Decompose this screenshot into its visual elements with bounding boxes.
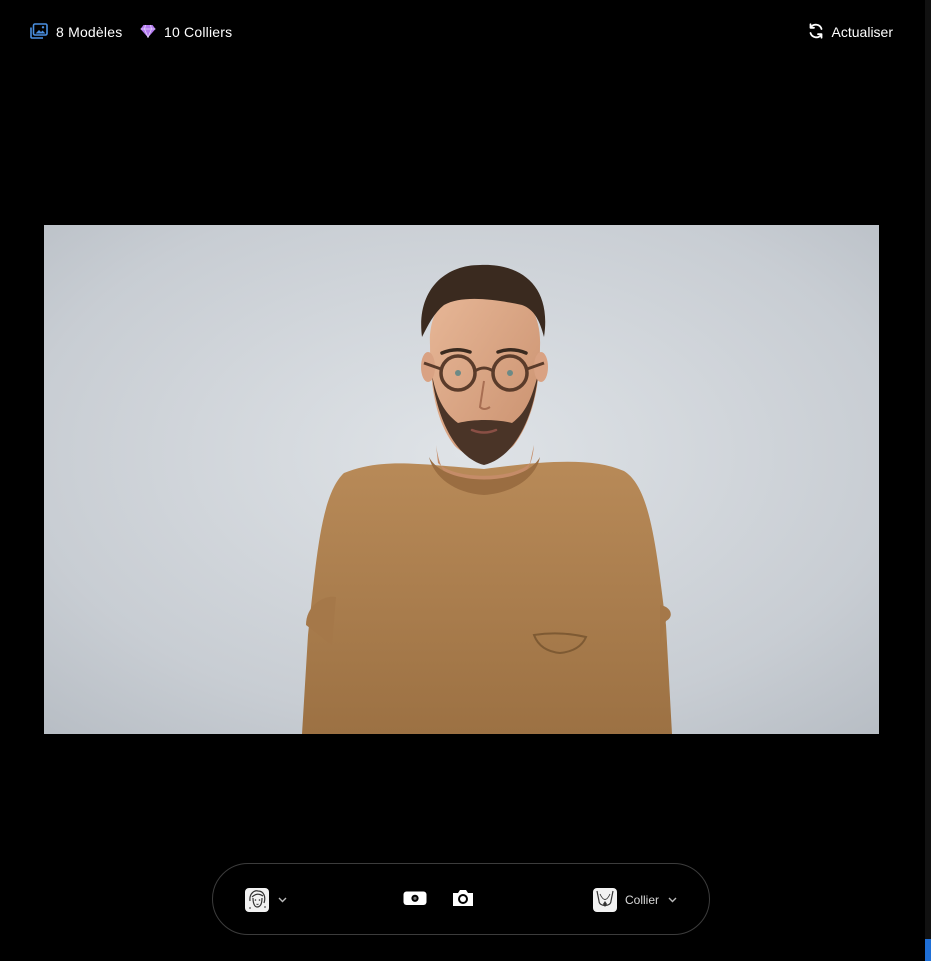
scroll-indicator bbox=[925, 939, 931, 961]
camera-icon bbox=[452, 888, 474, 913]
models-count[interactable]: 8 Modèles bbox=[30, 22, 122, 42]
gallery-icon bbox=[30, 22, 48, 42]
switch-camera-button[interactable] bbox=[403, 888, 427, 912]
gem-icon bbox=[140, 24, 156, 41]
refresh-label: Actualiser bbox=[831, 24, 893, 40]
scrollbar[interactable] bbox=[925, 0, 931, 961]
chevron-down-icon bbox=[277, 895, 287, 905]
chevron-down-icon bbox=[667, 895, 677, 905]
model-select-dropdown[interactable] bbox=[245, 888, 287, 912]
top-bar: 8 Modèles 10 Colliers Actualiser bbox=[0, 0, 931, 64]
jewelry-type-dropdown[interactable]: Collier bbox=[592, 888, 677, 912]
face-thumbnail-icon bbox=[245, 888, 269, 912]
switch-camera-icon bbox=[403, 890, 427, 911]
refresh-button[interactable]: Actualiser bbox=[808, 22, 893, 42]
necklaces-count-label: 10 Colliers bbox=[164, 24, 233, 40]
jewelry-type-label: Collier bbox=[624, 893, 659, 907]
necklace-thumbnail-icon bbox=[592, 888, 617, 912]
model-photo-viewer bbox=[44, 225, 879, 734]
capture-photo-button[interactable] bbox=[451, 888, 475, 912]
man-with-glasses-photo bbox=[44, 225, 879, 734]
models-count-label: 8 Modèles bbox=[56, 24, 123, 40]
necklaces-count[interactable]: 10 Colliers bbox=[140, 22, 232, 42]
controls-bar: Collier bbox=[212, 863, 710, 935]
refresh-icon bbox=[808, 22, 824, 42]
